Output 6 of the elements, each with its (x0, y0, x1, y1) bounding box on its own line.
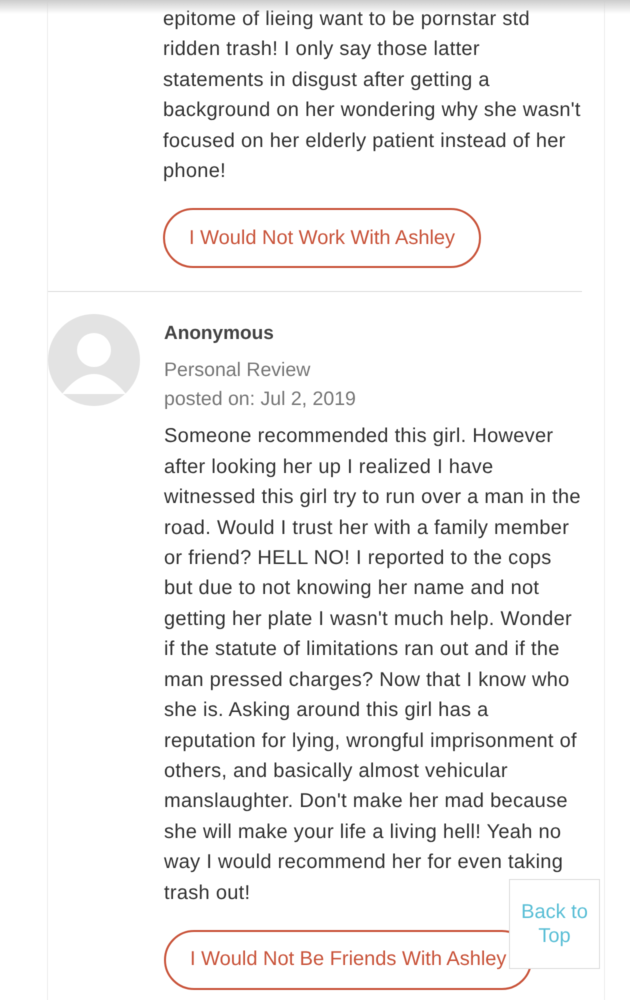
post-date: posted on: Jul 2, 2019 (164, 388, 357, 412)
author-name: Anonymous (164, 323, 275, 346)
reaction-button[interactable]: I Would Not Be Friends With Ashley (164, 930, 532, 990)
review-type: Personal Review (164, 359, 312, 382)
reaction-button[interactable]: I Would Not Work With Ashley (163, 208, 482, 268)
review-text: epitome of lieing want to be pornstar std ridden trash! I only say those latter statements in disgust after getting a background on her wondering why she wasn't focused on her elderly patient instead of her phone! (163, 7, 582, 184)
